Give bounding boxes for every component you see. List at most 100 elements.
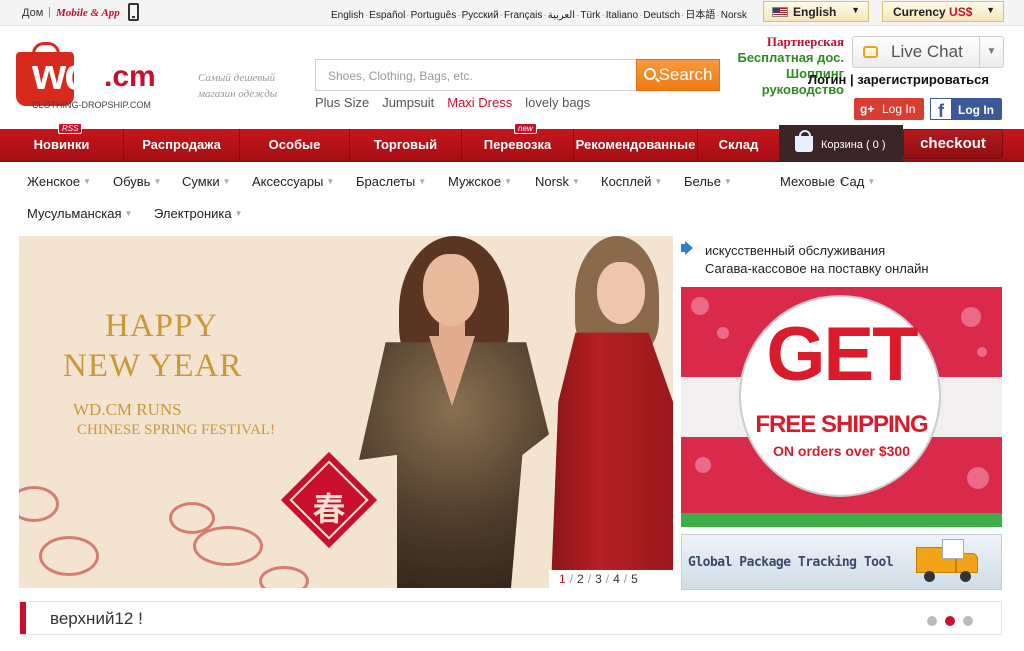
language-separator: · bbox=[457, 10, 461, 21]
currency-select-label: Currency US$ bbox=[893, 5, 973, 19]
language-link[interactable]: Français bbox=[504, 10, 542, 21]
register-link[interactable]: зарегистрироваться bbox=[857, 72, 989, 87]
model-image bbox=[597, 262, 645, 324]
section-accent bbox=[20, 602, 26, 634]
free-shipping-link[interactable]: Бесплатная дос. bbox=[728, 50, 844, 66]
chevron-down-icon: ▼ bbox=[124, 209, 133, 218]
banner-headline-2: NEW YEAR bbox=[63, 348, 243, 384]
chevron-down-icon: ▼ bbox=[222, 177, 231, 186]
slide-dot[interactable]: 5 bbox=[631, 572, 638, 586]
language-link[interactable]: Português bbox=[411, 10, 457, 21]
category-menu-item[interactable]: Электроника ▼ bbox=[154, 206, 243, 221]
pager-dot[interactable] bbox=[927, 616, 937, 626]
category-menu-item[interactable]: Косплей ▼ bbox=[601, 174, 662, 189]
category-label: Мусульманская bbox=[27, 206, 122, 221]
language-links: English·Español·Português·Русский·França… bbox=[331, 6, 747, 21]
promo-footer-bar bbox=[681, 513, 1002, 527]
chevron-down-icon: ▼ bbox=[504, 177, 513, 186]
cart-button[interactable]: Корзина ( 0 ) bbox=[779, 125, 903, 162]
chevron-down-icon: ▼ bbox=[867, 177, 876, 186]
slide-dot[interactable]: 4 bbox=[613, 572, 620, 586]
language-separator: · bbox=[681, 10, 685, 21]
live-chat-button[interactable]: Live Chat ▼ bbox=[852, 36, 1004, 68]
category-menu-item[interactable]: Обувь ▼ bbox=[113, 174, 161, 189]
affiliate-link[interactable]: Партнерская bbox=[728, 34, 844, 50]
nav-item[interactable]: Склад bbox=[698, 129, 780, 160]
language-separator: · bbox=[406, 10, 410, 21]
nav-item-label: Рекомендованные bbox=[575, 137, 696, 152]
category-menu-item[interactable]: Белье ▼ bbox=[684, 174, 732, 189]
hero-banner[interactable]: HAPPY NEW YEAR WD.CM RUNS CHINESE SPRING… bbox=[19, 236, 673, 588]
slide-dot[interactable]: 2 bbox=[577, 572, 584, 586]
chevron-down-icon: ▼ bbox=[851, 5, 860, 15]
pager-dot[interactable] bbox=[945, 616, 955, 626]
language-link[interactable]: Español bbox=[369, 10, 405, 21]
language-link[interactable]: 日本語 bbox=[685, 10, 715, 21]
language-separator: · bbox=[576, 10, 580, 21]
google-login-button[interactable]: g+ Log In bbox=[854, 98, 924, 120]
category-menu-item[interactable]: Женское ▼ bbox=[27, 174, 91, 189]
category-menu-item[interactable]: Мусульманская ▼ bbox=[27, 206, 132, 221]
nav-item[interactable]: Рекомендованные bbox=[574, 129, 698, 160]
category-menu-item[interactable]: Сумки ▼ bbox=[182, 174, 231, 189]
category-label: Косплей bbox=[601, 174, 652, 189]
phone-icon[interactable] bbox=[128, 3, 139, 21]
hot-search-link[interactable]: lovely bags bbox=[525, 95, 590, 110]
language-link[interactable]: Italiano bbox=[606, 10, 638, 21]
facebook-login-button[interactable]: f Log In bbox=[930, 98, 1002, 121]
package-tracking-banner[interactable]: Global Package Tracking Tool bbox=[681, 534, 1002, 590]
language-separator: · bbox=[639, 10, 643, 21]
category-menu-item[interactable]: Меховые ▼ bbox=[780, 174, 846, 189]
language-link[interactable]: Türk bbox=[580, 10, 600, 21]
language-link[interactable]: Norsk bbox=[721, 10, 747, 21]
nav-badge: new bbox=[514, 123, 537, 134]
hot-search-link[interactable]: Maxi Dress bbox=[447, 95, 512, 110]
category-menu-item[interactable]: Norsk ▼ bbox=[535, 174, 580, 189]
mobile-app-link[interactable]: Mobile & App bbox=[56, 7, 120, 19]
nav-item[interactable]: Торговый bbox=[350, 129, 462, 160]
language-select[interactable]: English ▼ bbox=[763, 1, 869, 22]
logo-tld: .cm bbox=[104, 60, 156, 93]
truck-icon bbox=[916, 539, 982, 583]
category-menu: Женское ▼ Обувь ▼ Сумки ▼ Аксессуары ▼ Браслеты ▼… bbox=[0, 164, 1024, 230]
notice-line-2[interactable]: Сагава-кассовое на поставку онлайн bbox=[705, 260, 929, 278]
nav-item[interactable]: Особые bbox=[240, 129, 350, 160]
hot-search-link[interactable]: Plus Size bbox=[315, 95, 369, 110]
hot-search-link[interactable]: Jumpsuit bbox=[382, 95, 434, 110]
cloud-decoration bbox=[39, 536, 99, 576]
slide-separator: / bbox=[587, 572, 592, 586]
language-link[interactable]: English bbox=[331, 10, 364, 21]
currency-select[interactable]: Currency US$ ▼ bbox=[882, 1, 1004, 22]
slide-dot[interactable]: 3 bbox=[595, 572, 602, 586]
notice-line-1[interactable]: искусственный обслуживания bbox=[705, 242, 885, 260]
language-separator: · bbox=[601, 10, 605, 21]
chevron-down-icon[interactable]: ▼ bbox=[979, 37, 1003, 67]
slide-dot[interactable]: 1 bbox=[559, 572, 566, 586]
facebook-icon: f bbox=[930, 98, 952, 121]
category-menu-item[interactable]: Аксессуары ▼ bbox=[252, 174, 334, 189]
category-label: Сумки bbox=[182, 174, 220, 189]
site-logo[interactable]: wd .cm CLOTHING-DROPSHIP.COM bbox=[16, 42, 176, 112]
language-link[interactable]: العربية bbox=[548, 10, 575, 21]
search-input[interactable]: Shoes, Clothing, Bags, etc. bbox=[315, 59, 636, 91]
language-link[interactable]: Русский bbox=[462, 10, 499, 21]
search-button[interactable]: Search bbox=[636, 59, 720, 91]
home-link[interactable]: Дом bbox=[22, 7, 43, 19]
separator: | bbox=[48, 6, 51, 18]
nav-item[interactable]: Распродажа bbox=[124, 129, 240, 160]
chat-bubble-icon bbox=[863, 46, 878, 58]
partner-links: Партнерская Бесплатная дос. Шоппинг руко… bbox=[728, 34, 844, 98]
slide-separator: / bbox=[605, 572, 610, 586]
category-menu-item[interactable]: Браслеты ▼ bbox=[356, 174, 426, 189]
free-shipping-promo[interactable]: GET FREE SHIPPING ON orders over $300 bbox=[681, 287, 1002, 527]
promo-note: ON orders over $300 bbox=[773, 443, 910, 459]
checkout-button[interactable]: checkout bbox=[903, 129, 1003, 159]
category-menu-item[interactable]: Мужское ▼ bbox=[448, 174, 512, 189]
category-menu-item[interactable]: Сад ▼ bbox=[840, 174, 875, 189]
language-separator: · bbox=[364, 10, 369, 21]
login-link[interactable]: Логин bbox=[808, 72, 846, 87]
pager-dot[interactable] bbox=[963, 616, 973, 626]
tracking-label: Global Package Tracking Tool bbox=[688, 555, 894, 570]
language-link[interactable]: Deutsch bbox=[643, 10, 680, 21]
search-button-label: Search bbox=[658, 65, 713, 84]
